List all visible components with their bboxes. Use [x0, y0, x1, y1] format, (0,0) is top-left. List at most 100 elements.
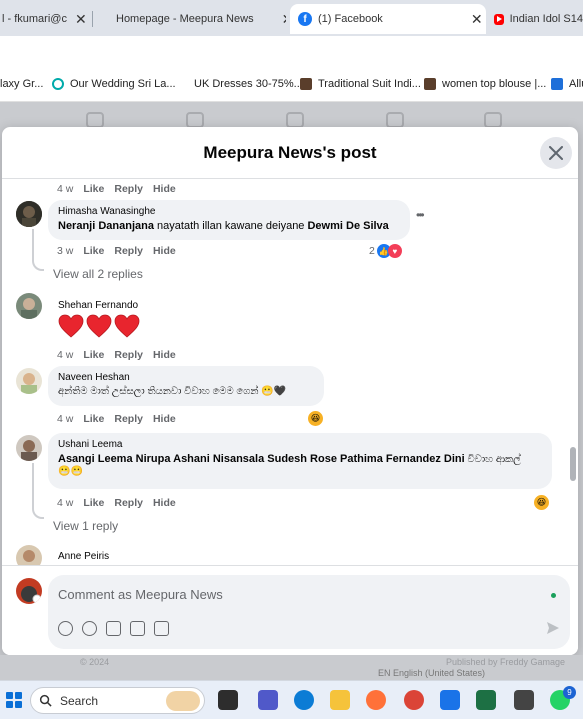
hide-button[interactable]: Hide	[153, 245, 176, 257]
windows-start-icon[interactable]	[6, 692, 22, 708]
like-button[interactable]: Like	[83, 349, 104, 361]
close-icon[interactable]: ✕	[75, 11, 86, 28]
commenter-name[interactable]: Ushani Leema	[58, 439, 542, 450]
mention-link[interactable]: Asangi Leema Nirupa Ashani Nisansala Sud…	[58, 453, 465, 465]
heart-icon	[114, 314, 140, 338]
commenter-name[interactable]: Himasha Wanasinghe	[58, 206, 400, 217]
bookmark-icon	[551, 78, 563, 90]
bookmark-women-top[interactable]: women top blouse |...	[424, 78, 546, 90]
haha-reaction-icon[interactable]: 😆	[308, 411, 323, 426]
comment-input[interactable]: Comment as Meepura News	[48, 575, 570, 649]
like-button[interactable]: Like	[83, 497, 104, 509]
bookmarks-bar: laxy Gr... Our Wedding Sri La... UK Dres…	[0, 68, 583, 102]
bookmark-label: laxy Gr...	[0, 78, 44, 90]
emoji-icon[interactable]	[82, 621, 97, 636]
task-view-icon[interactable]	[218, 690, 238, 710]
reply-button[interactable]: Reply	[114, 349, 143, 361]
bookmark-wedding[interactable]: Our Wedding Sri La...	[52, 78, 176, 90]
teams-icon[interactable]	[258, 690, 278, 710]
hide-button[interactable]: Hide	[153, 413, 176, 425]
heart-icon	[58, 314, 84, 338]
tab-indian-idol[interactable]: Indian Idol S14	[494, 4, 583, 34]
sticker-icon[interactable]	[154, 621, 169, 636]
close-icon[interactable]: ✕	[282, 11, 286, 28]
edge-icon[interactable]	[294, 690, 314, 710]
comment-input-placeholder: Comment as Meepura News	[58, 587, 223, 602]
view-replies-link[interactable]: View all 2 replies	[53, 267, 143, 281]
hide-button[interactable]: Hide	[153, 349, 176, 361]
comment-time: 4 w	[57, 349, 74, 361]
bookmark-label: Traditional Suit Indi...	[318, 78, 421, 90]
modal-title: Meepura News's post	[203, 142, 377, 162]
reaction-count: 2	[369, 245, 375, 257]
more-options-button[interactable]: •••	[416, 208, 424, 222]
avatar-sticker-icon[interactable]	[58, 621, 73, 636]
commenter-name[interactable]: Anne Peiris	[58, 551, 109, 562]
close-button[interactable]	[540, 137, 572, 169]
modal-header: Meepura News's post	[2, 127, 578, 179]
tab-facebook[interactable]: f (1) Facebook ✕	[290, 4, 486, 34]
camera-icon[interactable]	[106, 621, 121, 636]
avatar-image	[16, 578, 42, 604]
bookmark-allu[interactable]: Allu	[551, 78, 583, 90]
commenter-name[interactable]: Naveen Heshan	[58, 372, 314, 383]
mail-icon[interactable]	[440, 690, 460, 710]
close-icon[interactable]: ✕	[471, 11, 483, 28]
notification-badge: 9	[563, 686, 576, 699]
comment-text: අන්තිම මාත් උස්සලා තියනවා විවාහ මෙම ගෙන්…	[58, 386, 314, 397]
avatar-image	[16, 293, 42, 319]
bookmark-galaxy[interactable]: laxy Gr...	[0, 78, 43, 90]
emoji-row: 😬😬	[58, 466, 83, 477]
bookmark-traditional-suit[interactable]: Traditional Suit Indi...	[300, 78, 421, 90]
status-dot-icon	[551, 593, 556, 598]
avatar[interactable]	[16, 293, 42, 319]
bookmark-uk-dresses[interactable]: UK Dresses 30-75%...	[194, 78, 303, 90]
comment-text-segment: අන්තිම මාත් උස්සලා තියනවා විවාහ මෙම ගෙන්	[58, 386, 259, 397]
facebook-icon: f	[298, 12, 312, 26]
tab-email[interactable]: l - fkumari@c ✕	[0, 4, 86, 34]
like-button[interactable]: Like	[83, 413, 104, 425]
comment-text-segment: nayatath illan kawane deiyane	[153, 220, 308, 232]
comments-list[interactable]: 4 w Like Reply Hide Himasha Wanasinghe N…	[2, 179, 578, 565]
reply-button[interactable]: Reply	[114, 245, 143, 257]
avatar[interactable]	[16, 545, 42, 565]
firefox-icon[interactable]	[366, 690, 386, 710]
pinterest-icon	[52, 78, 64, 90]
language-selector[interactable]: EN English (United States)	[378, 668, 485, 678]
avatar-image	[16, 435, 42, 461]
gif-icon[interactable]	[130, 621, 145, 636]
search-label: Search	[60, 693, 99, 708]
taskbar-search[interactable]: Search	[30, 687, 205, 714]
page-avatar[interactable]	[16, 578, 42, 604]
reply-button[interactable]: Reply	[114, 497, 143, 509]
hide-button[interactable]: Hide	[153, 497, 176, 509]
tab-meepura-homepage[interactable]: Homepage - Meepura News ✕	[116, 4, 286, 34]
composer-toolbar	[58, 621, 169, 636]
avatar[interactable]	[16, 435, 42, 461]
hide-button[interactable]: Hide	[153, 183, 176, 195]
view-replies-link[interactable]: View 1 reply	[53, 519, 118, 533]
excel-icon[interactable]	[476, 690, 496, 710]
reaction-summary[interactable]: 2 👍 ♥	[369, 244, 402, 258]
haha-reaction-icon[interactable]: 😆	[534, 495, 549, 510]
page-footer: © 2024 Published by Freddy Gamage EN Eng…	[0, 655, 583, 680]
reply-button[interactable]: Reply	[114, 183, 143, 195]
mention-link[interactable]: Neranji Dananjana	[58, 220, 154, 232]
chrome-icon[interactable]	[404, 690, 424, 710]
mention-link[interactable]: Dewmi De Silva	[307, 220, 388, 232]
file-explorer-icon[interactable]	[330, 690, 350, 710]
like-button[interactable]: Like	[83, 183, 104, 195]
send-icon[interactable]	[546, 621, 560, 635]
scrollbar-thumb[interactable]	[570, 447, 576, 481]
commenter-name[interactable]: Shehan Fernando	[58, 300, 138, 311]
youtube-icon	[494, 13, 504, 25]
avatar[interactable]	[16, 368, 42, 394]
heart-icon	[86, 314, 112, 338]
reply-button[interactable]: Reply	[114, 413, 143, 425]
avatar[interactable]	[16, 201, 42, 227]
like-button[interactable]: Like	[83, 245, 104, 257]
search-icon	[39, 694, 52, 707]
tab-separator	[92, 11, 93, 27]
app-icon[interactable]	[514, 690, 534, 710]
bookmark-label: Allu	[569, 78, 583, 90]
